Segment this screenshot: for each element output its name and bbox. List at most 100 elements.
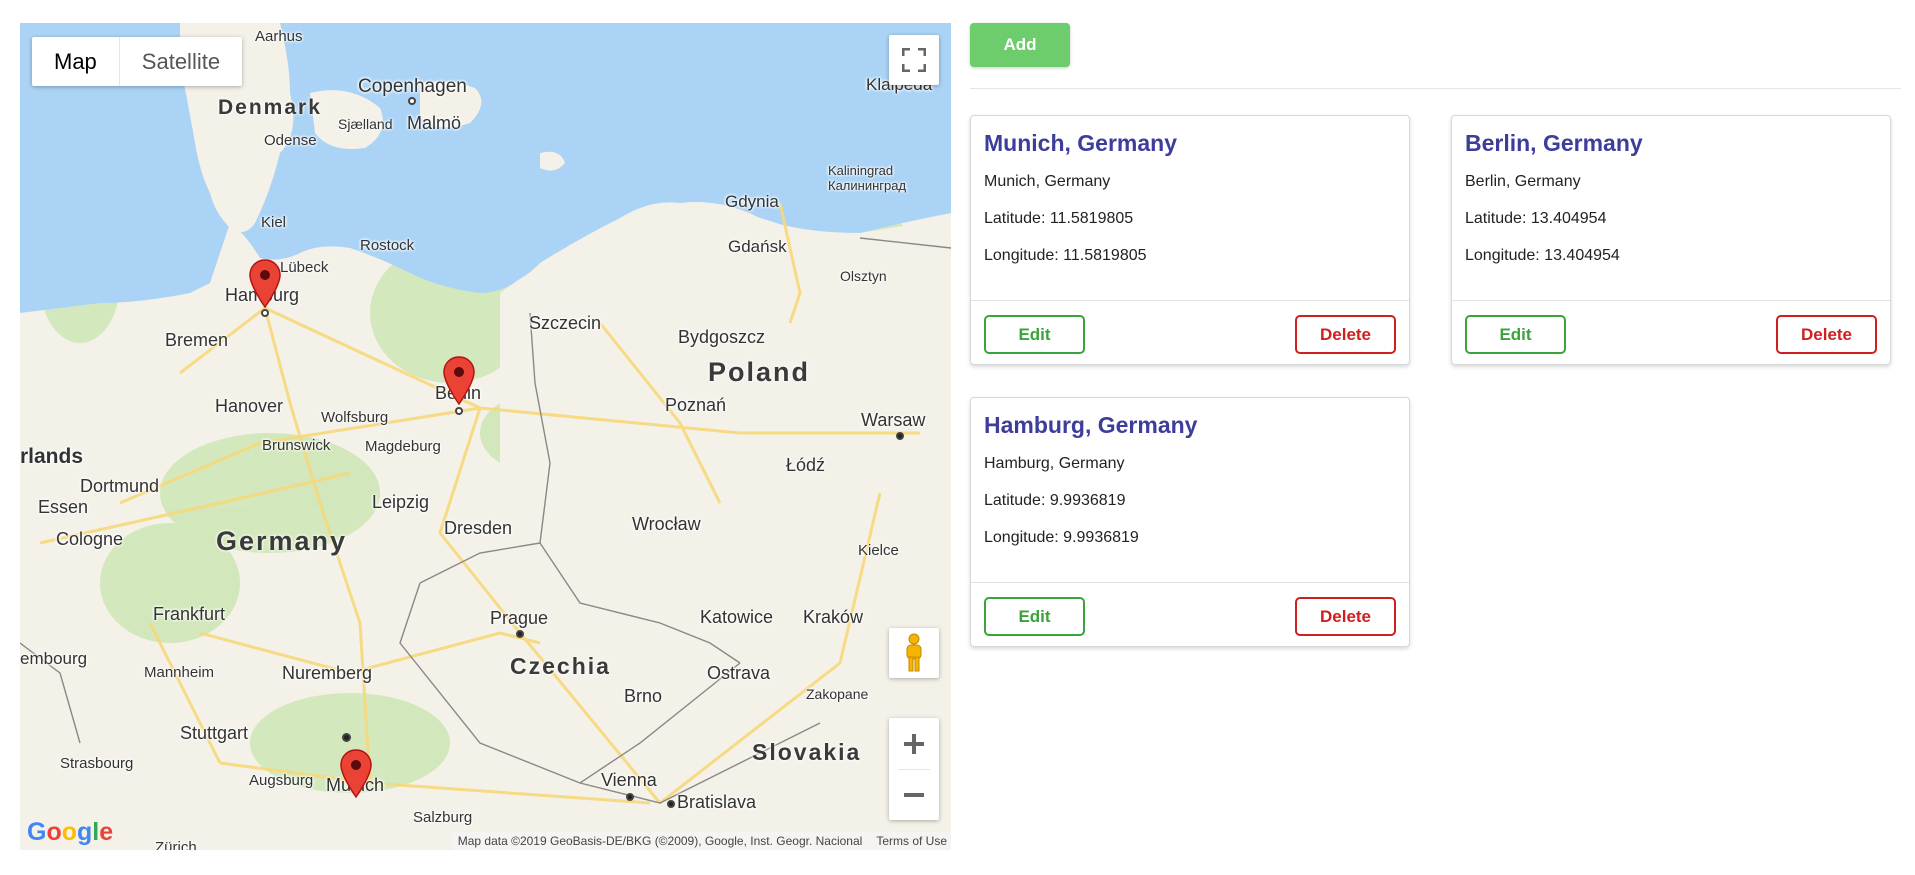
city-label: Bratislava	[677, 792, 757, 812]
city-label: Strasbourg	[60, 755, 134, 772]
city-label: Stuttgart	[180, 723, 249, 743]
city-label: Odense	[264, 132, 317, 149]
location-latitude: Latitude: 13.404954	[1465, 210, 1607, 227]
city-label: Lübeck	[280, 259, 329, 276]
city-dot	[455, 407, 463, 415]
location-latitude: Latitude: 9.9936819	[984, 492, 1126, 509]
add-button[interactable]: Add	[970, 23, 1070, 67]
city-label: Kielce	[858, 542, 899, 559]
city-dot	[408, 97, 416, 105]
city-label: Калининград	[828, 178, 907, 193]
city-dot	[667, 800, 675, 808]
country-label-germany: Germany	[216, 526, 348, 556]
location-title: Hamburg, Germany	[984, 412, 1198, 438]
location-latitude: Latitude: 11.5819805	[984, 210, 1134, 227]
city-label: Gdynia	[725, 192, 779, 211]
city-label: Mannheim	[144, 664, 215, 681]
city-dot	[342, 733, 351, 742]
minus-icon	[904, 792, 924, 797]
pegman-icon	[906, 633, 922, 672]
city-label: Kiel	[261, 214, 287, 231]
city-label: Magdeburg	[365, 438, 441, 455]
location-longitude: Longitude: 9.9936819	[984, 529, 1139, 546]
location-card: Berlin, Germany Berlin, Germany Latitude…	[1451, 115, 1891, 365]
city-label: Zürich	[155, 839, 197, 850]
city-label: Salzburg	[413, 809, 473, 826]
delete-button[interactable]: Delete	[1776, 315, 1877, 354]
city-label: Poznań	[665, 395, 727, 415]
map-marker-munich[interactable]	[340, 749, 372, 799]
city-label: Brunswick	[262, 437, 331, 454]
location-card: Hamburg, Germany Hamburg, Germany Latitu…	[970, 397, 1410, 647]
city-label: Ostrava	[707, 663, 771, 683]
map-attribution: Map data ©2019 GeoBasis-DE/BKG (©2009), …	[451, 832, 951, 850]
location-address: Berlin, Germany	[1465, 173, 1581, 190]
city-label: Katowice	[700, 607, 774, 627]
map-type-control: Map Satellite	[32, 37, 243, 86]
country-label-denmark: Denmark	[218, 96, 322, 119]
city-label: Wolfsburg	[321, 409, 389, 426]
edit-button[interactable]: Edit	[984, 315, 1085, 354]
map-marker-hamburg[interactable]	[249, 259, 281, 309]
city-label: Warsaw	[861, 410, 926, 430]
street-view-button[interactable]	[889, 628, 939, 678]
location-title: Berlin, Germany	[1465, 130, 1643, 156]
city-label: Bydgoszcz	[678, 327, 766, 347]
city-label: Olsztyn	[840, 268, 887, 284]
country-label-slovakia: Slovakia	[752, 739, 862, 765]
city-label: Aarhus	[255, 28, 303, 45]
city-label: Prague	[490, 608, 549, 628]
city-label: Bremen	[165, 330, 229, 350]
divider	[970, 88, 1901, 89]
map-type-satellite-button[interactable]: Satellite	[120, 37, 242, 86]
location-address: Hamburg, Germany	[984, 455, 1125, 472]
city-label: Augsburg	[249, 772, 314, 789]
city-label: Essen	[38, 497, 89, 517]
map-marker-berlin[interactable]	[443, 356, 475, 406]
delete-button[interactable]: Delete	[1295, 315, 1396, 354]
city-label: rlands	[20, 445, 84, 468]
edit-button[interactable]: Edit	[1465, 315, 1566, 354]
city-label: Sjælland	[338, 116, 393, 132]
zoom-control	[889, 718, 939, 820]
city-label: Łódź	[786, 455, 826, 475]
map-view[interactable]: Denmark Poland Germany Czechia Slovakia …	[20, 23, 951, 850]
city-label: Dortmund	[80, 476, 160, 496]
city-label: Zakopane	[806, 686, 869, 702]
fullscreen-button[interactable]	[889, 35, 939, 85]
map-type-map-button[interactable]: Map	[32, 37, 120, 86]
map-background	[20, 23, 951, 850]
plus-icon	[904, 733, 924, 754]
city-label: Nuremberg	[282, 663, 373, 683]
city-dot	[516, 630, 524, 638]
terms-of-use-link[interactable]: Terms of Use	[876, 834, 947, 848]
city-label: Kraków	[803, 607, 864, 627]
city-label: Leipzig	[372, 492, 430, 512]
city-label: Copenhagen	[358, 76, 467, 97]
google-logo: Google	[27, 818, 114, 846]
city-label: Vienna	[601, 770, 657, 790]
attribution-text: Map data ©2019 GeoBasis-DE/BKG (©2009), …	[457, 834, 863, 848]
city-label: Malmö	[407, 113, 462, 133]
city-label: Rostock	[360, 237, 415, 254]
city-label: Szczecin	[529, 313, 602, 333]
city-label: Cologne	[56, 529, 124, 549]
city-label: Hanover	[215, 396, 284, 416]
edit-button[interactable]: Edit	[984, 597, 1085, 636]
location-card: Munich, Germany Munich, Germany Latitude…	[970, 115, 1410, 365]
zoom-in-button[interactable]	[889, 719, 939, 769]
city-label: embourg	[20, 649, 88, 668]
location-longitude: Longitude: 13.404954	[1465, 247, 1620, 264]
city-label: Dresden	[444, 518, 513, 538]
city-dot	[261, 309, 269, 317]
country-label-czechia: Czechia	[510, 653, 611, 679]
delete-button[interactable]: Delete	[1295, 597, 1396, 636]
zoom-out-button[interactable]	[889, 770, 939, 820]
city-dot	[626, 793, 634, 801]
city-dot	[896, 432, 904, 440]
fullscreen-icon	[902, 48, 926, 72]
city-label: Gdańsk	[728, 237, 787, 256]
city-label: Wrocław	[632, 514, 701, 534]
location-title: Munich, Germany	[984, 130, 1177, 156]
country-label-poland: Poland	[708, 357, 811, 387]
